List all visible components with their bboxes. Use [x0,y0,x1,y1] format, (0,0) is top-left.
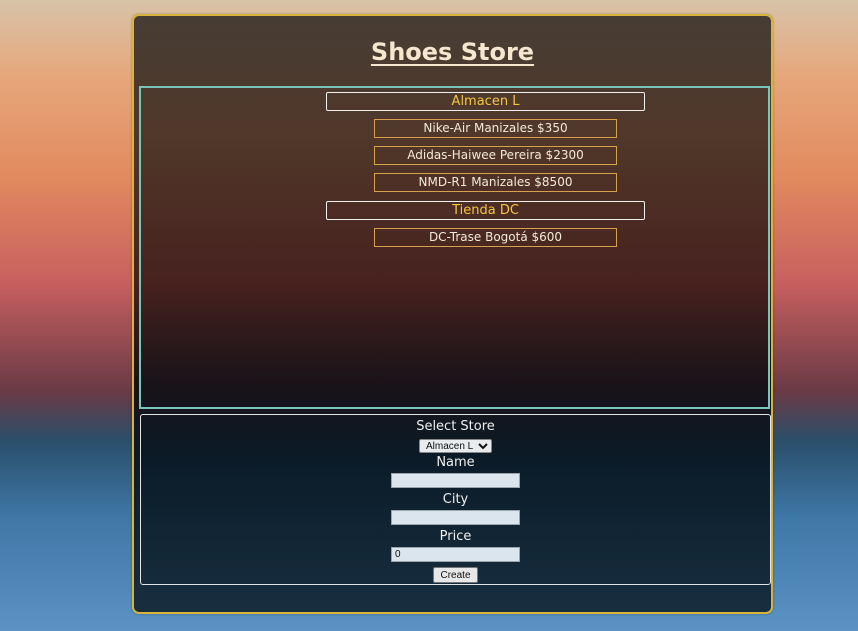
city-input[interactable] [391,510,520,525]
price-label: Price [439,529,472,544]
price-input[interactable] [391,547,520,562]
create-button[interactable]: Create [433,567,478,583]
store-card: Shoes Store Almacen L Nike-Air Manizales… [132,14,773,614]
list-item: Nike-Air Manizales $350 [374,119,617,138]
name-label: Name [436,455,475,470]
store-header-almacen-l: Almacen L [326,92,645,111]
inventory-list: Almacen L Nike-Air Manizales $350 Adidas… [139,86,770,409]
page-title: Shoes Store [370,38,535,66]
store-header-tienda-dc: Tienda DC [326,201,645,220]
name-input[interactable] [391,473,520,488]
list-item: NMD-R1 Manizales $8500 [374,173,617,192]
select-store-label: Select Store [416,419,495,434]
list-item: DC-Trase Bogotá $600 [374,228,617,247]
city-label: City [442,492,469,507]
list-item: Adidas-Haiwee Pereira $2300 [374,146,617,165]
store-select[interactable]: Almacen L [419,439,492,453]
create-item-form: Select Store Almacen L Name City Price C… [140,414,771,585]
